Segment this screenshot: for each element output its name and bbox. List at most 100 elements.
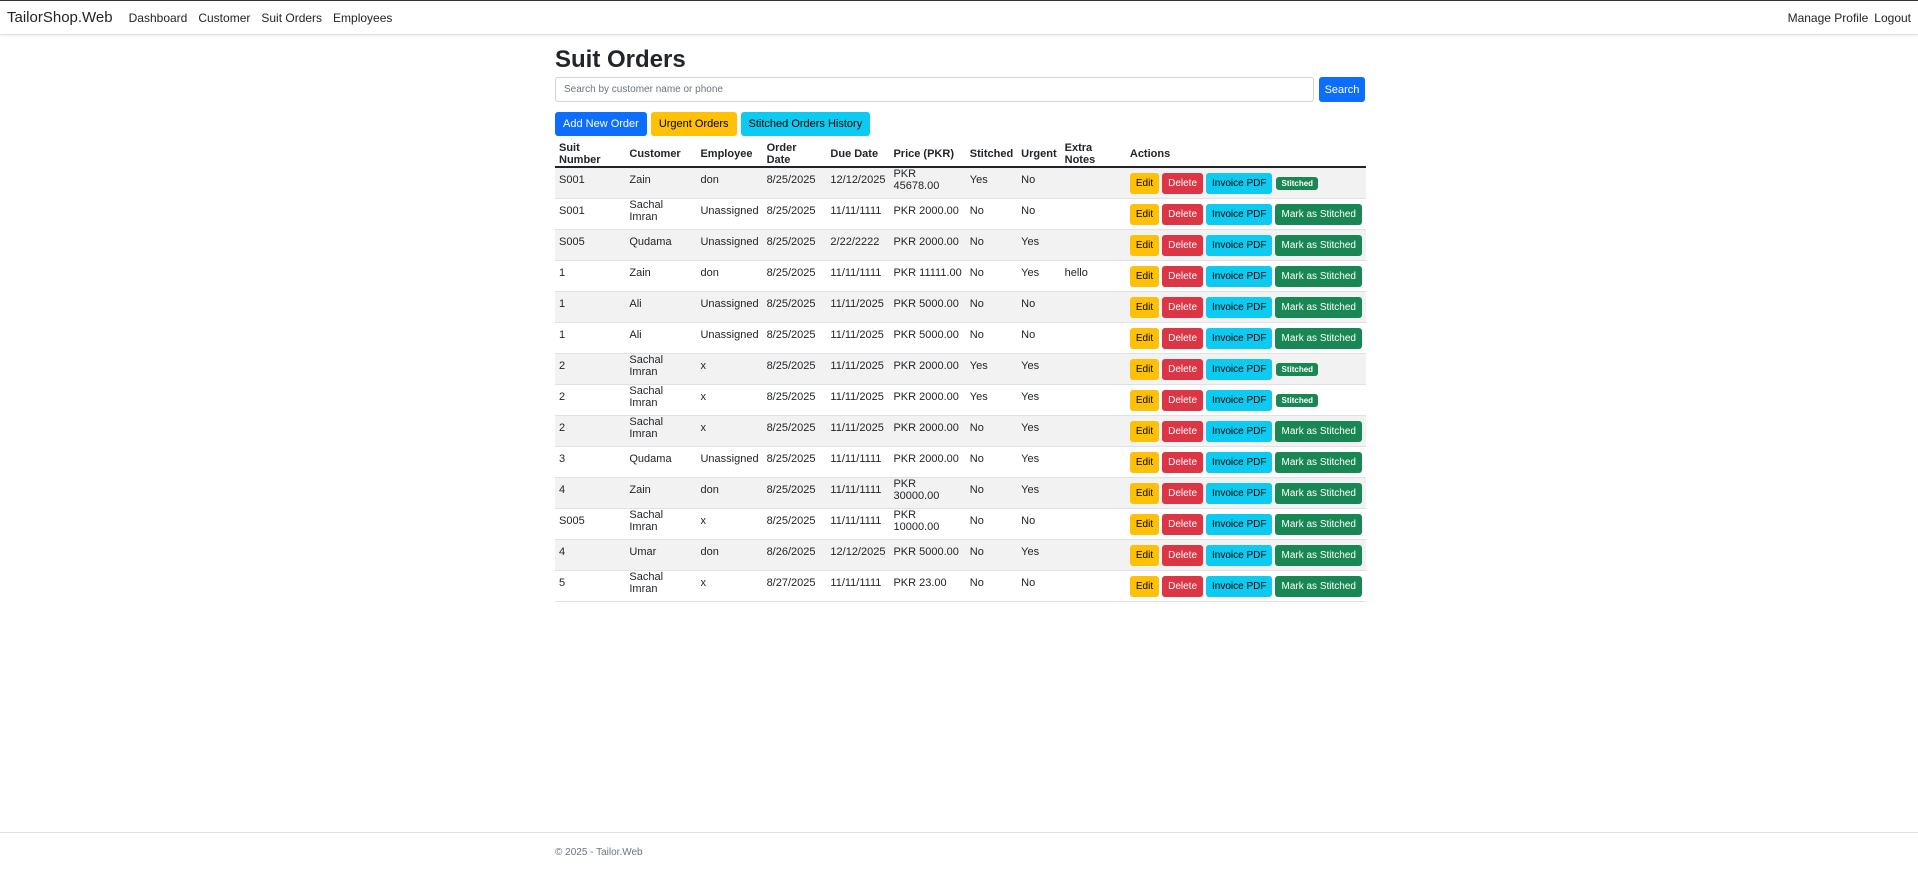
delete-button[interactable]: Delete xyxy=(1162,327,1204,349)
invoice-pdf-button[interactable]: Invoice PDF xyxy=(1206,358,1273,380)
edit-button[interactable]: Edit xyxy=(1129,451,1160,473)
mark-as-stitched-button[interactable]: Mark as Stitched xyxy=(1275,327,1362,349)
cell-stitched: No xyxy=(965,539,1018,571)
cell-due-date: 11/11/1111 xyxy=(826,198,890,230)
invoice-pdf-button[interactable]: Invoice PDF xyxy=(1206,575,1273,597)
invoice-pdf-button[interactable]: Invoice PDF xyxy=(1206,265,1273,287)
row-actions: Edit Delete Invoice PDF Stitched xyxy=(1129,172,1362,194)
invoice-pdf-button[interactable]: Invoice PDF xyxy=(1206,327,1273,349)
cell-due-date: 12/12/2025 xyxy=(826,167,890,199)
cell-text: 11/11/1111 xyxy=(830,453,882,465)
cell-stitched: Yes xyxy=(965,167,1018,199)
nav-link-employees[interactable]: Employees xyxy=(333,11,392,25)
cell-customer: Sachal Imran xyxy=(625,353,697,385)
cell-suit: S001 xyxy=(555,167,626,199)
mark-as-stitched-button[interactable]: Mark as Stitched xyxy=(1275,451,1362,473)
brand-link[interactable]: TailorShop.Web xyxy=(7,9,113,26)
mark-as-stitched-button[interactable]: Mark as Stitched xyxy=(1275,265,1362,287)
delete-button[interactable]: Delete xyxy=(1162,513,1204,535)
edit-button[interactable]: Edit xyxy=(1129,358,1160,380)
row-actions: Edit Delete Invoice PDF Mark as Stitched xyxy=(1129,265,1362,287)
row-actions: Edit Delete Invoice PDF Stitched xyxy=(1129,358,1362,380)
edit-button[interactable]: Edit xyxy=(1129,203,1160,225)
invoice-pdf-button[interactable]: Invoice PDF xyxy=(1206,234,1273,256)
edit-button[interactable]: Edit xyxy=(1129,389,1160,411)
invoice-pdf-button[interactable]: Invoice PDF xyxy=(1206,451,1273,473)
cell-text: 11/11/2025 xyxy=(830,329,884,341)
delete-button[interactable]: Delete xyxy=(1162,265,1204,287)
delete-button[interactable]: Delete xyxy=(1162,296,1204,318)
edit-button[interactable]: Edit xyxy=(1129,234,1160,256)
cell-urgent: Yes xyxy=(1017,384,1061,416)
invoice-pdf-button[interactable]: Invoice PDF xyxy=(1206,544,1273,566)
cell-customer: Qudama xyxy=(625,446,697,478)
manage-profile-link[interactable]: Manage Profile xyxy=(1788,11,1869,25)
mark-as-stitched-button[interactable]: Mark as Stitched xyxy=(1275,482,1362,504)
mark-as-stitched-button[interactable]: Mark as Stitched xyxy=(1275,420,1362,442)
invoice-pdf-button[interactable]: Invoice PDF xyxy=(1206,172,1273,194)
urgent-orders-button[interactable]: Urgent Orders xyxy=(650,112,737,136)
delete-button[interactable]: Delete xyxy=(1162,451,1204,473)
cell-price: PKR 2000.00 xyxy=(889,353,966,385)
cell-text: PKR 2000.00 xyxy=(893,391,959,403)
delete-button[interactable]: Delete xyxy=(1162,544,1204,566)
cell-actions: Edit Delete Invoice PDF Mark as Stitched xyxy=(1125,570,1366,602)
stitched-history-button[interactable]: Stitched Orders History xyxy=(740,112,871,136)
cell-text: PKR 2000.00 xyxy=(893,205,959,217)
cell-text: 11/11/2025 xyxy=(830,360,884,372)
cell-suit: 5 xyxy=(555,570,626,602)
delete-button[interactable]: Delete xyxy=(1162,482,1204,504)
mark-as-stitched-button[interactable]: Mark as Stitched xyxy=(1275,203,1362,225)
delete-button[interactable]: Delete xyxy=(1162,358,1204,380)
nav-links: Dashboard Customer Suit Orders Employees xyxy=(129,11,393,25)
mark-as-stitched-button[interactable]: Mark as Stitched xyxy=(1275,575,1362,597)
edit-button[interactable]: Edit xyxy=(1129,420,1160,442)
mark-as-stitched-button[interactable]: Mark as Stitched xyxy=(1275,513,1362,535)
row-actions: Edit Delete Invoice PDF Stitched xyxy=(1129,389,1362,411)
edit-button[interactable]: Edit xyxy=(1129,513,1160,535)
cell-urgent: Yes xyxy=(1017,260,1061,292)
invoice-pdf-button[interactable]: Invoice PDF xyxy=(1206,296,1273,318)
cell-notes xyxy=(1060,539,1126,571)
edit-button[interactable]: Edit xyxy=(1129,172,1160,194)
edit-button[interactable]: Edit xyxy=(1129,575,1160,597)
nav-link-customer[interactable]: Customer xyxy=(198,11,250,25)
add-new-order-button[interactable]: Add New Order xyxy=(555,112,647,136)
edit-button[interactable]: Edit xyxy=(1129,482,1160,504)
search-button[interactable]: Search xyxy=(1319,77,1365,102)
delete-button[interactable]: Delete xyxy=(1162,172,1204,194)
delete-button[interactable]: Delete xyxy=(1162,420,1204,442)
nav-link-suit-orders[interactable]: Suit Orders xyxy=(261,11,322,25)
cell-text: Yes xyxy=(1021,236,1040,248)
invoice-pdf-button[interactable]: Invoice PDF xyxy=(1206,482,1273,504)
cell-notes xyxy=(1060,477,1126,509)
edit-button[interactable]: Edit xyxy=(1129,265,1160,287)
cell-order-date: 8/26/2025 xyxy=(762,539,827,571)
invoice-pdf-button[interactable]: Invoice PDF xyxy=(1206,420,1273,442)
stitched-badge: Stitched xyxy=(1276,176,1319,190)
search-input[interactable] xyxy=(555,77,1314,102)
edit-button[interactable]: Edit xyxy=(1129,296,1160,318)
cell-customer: Qudama xyxy=(625,229,697,261)
delete-button[interactable]: Delete xyxy=(1162,234,1204,256)
logout-link[interactable]: Logout xyxy=(1874,11,1911,25)
cell-urgent: No xyxy=(1017,508,1061,540)
nav-link-dashboard[interactable]: Dashboard xyxy=(129,11,188,25)
invoice-pdf-button[interactable]: Invoice PDF xyxy=(1206,513,1273,535)
top-navbar: TailorShop.Web Dashboard Customer Suit O… xyxy=(0,0,1918,35)
cell-stitched: No xyxy=(965,291,1018,323)
invoice-pdf-button[interactable]: Invoice PDF xyxy=(1206,203,1273,225)
cell-price: PKR 2000.00 xyxy=(889,446,966,478)
edit-button[interactable]: Edit xyxy=(1129,544,1160,566)
delete-button[interactable]: Delete xyxy=(1162,389,1204,411)
row-actions: Edit Delete Invoice PDF Mark as Stitched xyxy=(1129,482,1362,504)
delete-button[interactable]: Delete xyxy=(1162,203,1204,225)
cell-employee: Unassigned xyxy=(696,229,763,261)
cell-text: No xyxy=(969,546,984,558)
invoice-pdf-button[interactable]: Invoice PDF xyxy=(1206,389,1273,411)
mark-as-stitched-button[interactable]: Mark as Stitched xyxy=(1275,296,1362,318)
delete-button[interactable]: Delete xyxy=(1162,575,1204,597)
edit-button[interactable]: Edit xyxy=(1129,327,1160,349)
mark-as-stitched-button[interactable]: Mark as Stitched xyxy=(1275,234,1362,256)
mark-as-stitched-button[interactable]: Mark as Stitched xyxy=(1275,544,1362,566)
